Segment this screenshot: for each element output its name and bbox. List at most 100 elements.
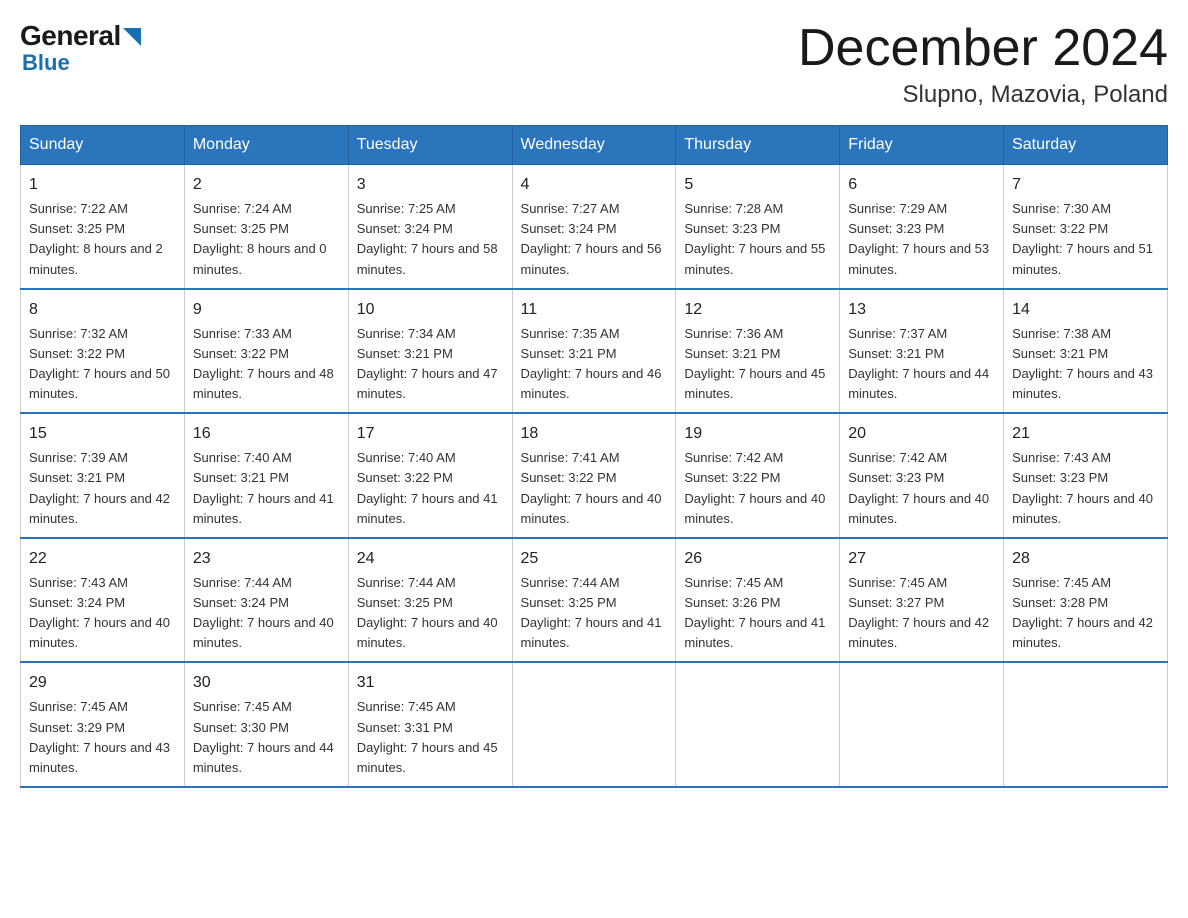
day-info: Sunrise: 7:42 AMSunset: 3:22 PMDaylight:… [684,448,831,529]
calendar-cell: 18Sunrise: 7:41 AMSunset: 3:22 PMDayligh… [512,413,676,538]
page-title: December 2024 [798,20,1168,77]
day-info: Sunrise: 7:45 AMSunset: 3:31 PMDaylight:… [357,697,504,778]
day-number: 22 [29,547,176,571]
calendar-cell: 5Sunrise: 7:28 AMSunset: 3:23 PMDaylight… [676,165,840,289]
logo-blue: Blue [22,50,70,76]
calendar-week-row: 29Sunrise: 7:45 AMSunset: 3:29 PMDayligh… [21,662,1168,787]
day-info: Sunrise: 7:37 AMSunset: 3:21 PMDaylight:… [848,324,995,405]
calendar-cell: 30Sunrise: 7:45 AMSunset: 3:30 PMDayligh… [184,662,348,787]
day-info: Sunrise: 7:41 AMSunset: 3:22 PMDaylight:… [521,448,668,529]
day-number: 9 [193,298,340,322]
day-number: 12 [684,298,831,322]
calendar-cell: 11Sunrise: 7:35 AMSunset: 3:21 PMDayligh… [512,289,676,414]
header-saturday: Saturday [1004,126,1168,165]
day-info: Sunrise: 7:45 AMSunset: 3:26 PMDaylight:… [684,573,831,654]
header-wednesday: Wednesday [512,126,676,165]
calendar-cell: 28Sunrise: 7:45 AMSunset: 3:28 PMDayligh… [1004,538,1168,663]
header-thursday: Thursday [676,126,840,165]
day-number: 25 [521,547,668,571]
calendar-cell: 29Sunrise: 7:45 AMSunset: 3:29 PMDayligh… [21,662,185,787]
day-info: Sunrise: 7:40 AMSunset: 3:21 PMDaylight:… [193,448,340,529]
calendar-cell: 24Sunrise: 7:44 AMSunset: 3:25 PMDayligh… [348,538,512,663]
day-number: 8 [29,298,176,322]
day-info: Sunrise: 7:43 AMSunset: 3:23 PMDaylight:… [1012,448,1159,529]
calendar-cell: 8Sunrise: 7:32 AMSunset: 3:22 PMDaylight… [21,289,185,414]
day-info: Sunrise: 7:44 AMSunset: 3:25 PMDaylight:… [357,573,504,654]
day-number: 14 [1012,298,1159,322]
day-number: 30 [193,671,340,695]
day-number: 1 [29,173,176,197]
day-info: Sunrise: 7:40 AMSunset: 3:22 PMDaylight:… [357,448,504,529]
day-number: 2 [193,173,340,197]
day-number: 31 [357,671,504,695]
calendar-week-row: 8Sunrise: 7:32 AMSunset: 3:22 PMDaylight… [21,289,1168,414]
day-number: 3 [357,173,504,197]
day-info: Sunrise: 7:45 AMSunset: 3:29 PMDaylight:… [29,697,176,778]
calendar-cell: 16Sunrise: 7:40 AMSunset: 3:21 PMDayligh… [184,413,348,538]
day-info: Sunrise: 7:29 AMSunset: 3:23 PMDaylight:… [848,199,995,280]
calendar-table: SundayMondayTuesdayWednesdayThursdayFrid… [20,125,1168,788]
calendar-cell: 9Sunrise: 7:33 AMSunset: 3:22 PMDaylight… [184,289,348,414]
day-info: Sunrise: 7:33 AMSunset: 3:22 PMDaylight:… [193,324,340,405]
day-info: Sunrise: 7:44 AMSunset: 3:24 PMDaylight:… [193,573,340,654]
calendar-cell: 19Sunrise: 7:42 AMSunset: 3:22 PMDayligh… [676,413,840,538]
day-number: 6 [848,173,995,197]
calendar-cell [1004,662,1168,787]
header-friday: Friday [840,126,1004,165]
calendar-cell [676,662,840,787]
day-info: Sunrise: 7:43 AMSunset: 3:24 PMDaylight:… [29,573,176,654]
day-info: Sunrise: 7:44 AMSunset: 3:25 PMDaylight:… [521,573,668,654]
day-number: 10 [357,298,504,322]
day-number: 15 [29,422,176,446]
calendar-cell: 17Sunrise: 7:40 AMSunset: 3:22 PMDayligh… [348,413,512,538]
calendar-cell: 7Sunrise: 7:30 AMSunset: 3:22 PMDaylight… [1004,165,1168,289]
day-number: 7 [1012,173,1159,197]
calendar-cell: 3Sunrise: 7:25 AMSunset: 3:24 PMDaylight… [348,165,512,289]
day-info: Sunrise: 7:32 AMSunset: 3:22 PMDaylight:… [29,324,176,405]
calendar-cell: 4Sunrise: 7:27 AMSunset: 3:24 PMDaylight… [512,165,676,289]
day-info: Sunrise: 7:27 AMSunset: 3:24 PMDaylight:… [521,199,668,280]
day-number: 17 [357,422,504,446]
day-number: 20 [848,422,995,446]
day-number: 19 [684,422,831,446]
logo-general: General [20,20,141,54]
calendar-cell [512,662,676,787]
page-header: General Blue December 2024 Slupno, Mazov… [20,20,1168,109]
calendar-cell: 25Sunrise: 7:44 AMSunset: 3:25 PMDayligh… [512,538,676,663]
day-info: Sunrise: 7:42 AMSunset: 3:23 PMDaylight:… [848,448,995,529]
calendar-cell [840,662,1004,787]
header-tuesday: Tuesday [348,126,512,165]
day-number: 24 [357,547,504,571]
day-info: Sunrise: 7:34 AMSunset: 3:21 PMDaylight:… [357,324,504,405]
header-monday: Monday [184,126,348,165]
calendar-cell: 27Sunrise: 7:45 AMSunset: 3:27 PMDayligh… [840,538,1004,663]
day-info: Sunrise: 7:35 AMSunset: 3:21 PMDaylight:… [521,324,668,405]
day-info: Sunrise: 7:24 AMSunset: 3:25 PMDaylight:… [193,199,340,280]
day-info: Sunrise: 7:28 AMSunset: 3:23 PMDaylight:… [684,199,831,280]
day-info: Sunrise: 7:45 AMSunset: 3:27 PMDaylight:… [848,573,995,654]
day-info: Sunrise: 7:22 AMSunset: 3:25 PMDaylight:… [29,199,176,280]
calendar-cell: 13Sunrise: 7:37 AMSunset: 3:21 PMDayligh… [840,289,1004,414]
day-info: Sunrise: 7:39 AMSunset: 3:21 PMDaylight:… [29,448,176,529]
calendar-cell: 12Sunrise: 7:36 AMSunset: 3:21 PMDayligh… [676,289,840,414]
day-info: Sunrise: 7:30 AMSunset: 3:22 PMDaylight:… [1012,199,1159,280]
day-number: 23 [193,547,340,571]
calendar-week-row: 22Sunrise: 7:43 AMSunset: 3:24 PMDayligh… [21,538,1168,663]
page-subtitle: Slupno, Mazovia, Poland [798,81,1168,109]
day-number: 29 [29,671,176,695]
day-number: 13 [848,298,995,322]
calendar-cell: 20Sunrise: 7:42 AMSunset: 3:23 PMDayligh… [840,413,1004,538]
header-sunday: Sunday [21,126,185,165]
calendar-cell: 31Sunrise: 7:45 AMSunset: 3:31 PMDayligh… [348,662,512,787]
day-number: 27 [848,547,995,571]
logo: General Blue [20,20,141,76]
day-info: Sunrise: 7:25 AMSunset: 3:24 PMDaylight:… [357,199,504,280]
day-number: 11 [521,298,668,322]
day-number: 26 [684,547,831,571]
calendar-cell: 22Sunrise: 7:43 AMSunset: 3:24 PMDayligh… [21,538,185,663]
calendar-week-row: 15Sunrise: 7:39 AMSunset: 3:21 PMDayligh… [21,413,1168,538]
day-info: Sunrise: 7:38 AMSunset: 3:21 PMDaylight:… [1012,324,1159,405]
calendar-cell: 1Sunrise: 7:22 AMSunset: 3:25 PMDaylight… [21,165,185,289]
day-number: 5 [684,173,831,197]
calendar-cell: 14Sunrise: 7:38 AMSunset: 3:21 PMDayligh… [1004,289,1168,414]
